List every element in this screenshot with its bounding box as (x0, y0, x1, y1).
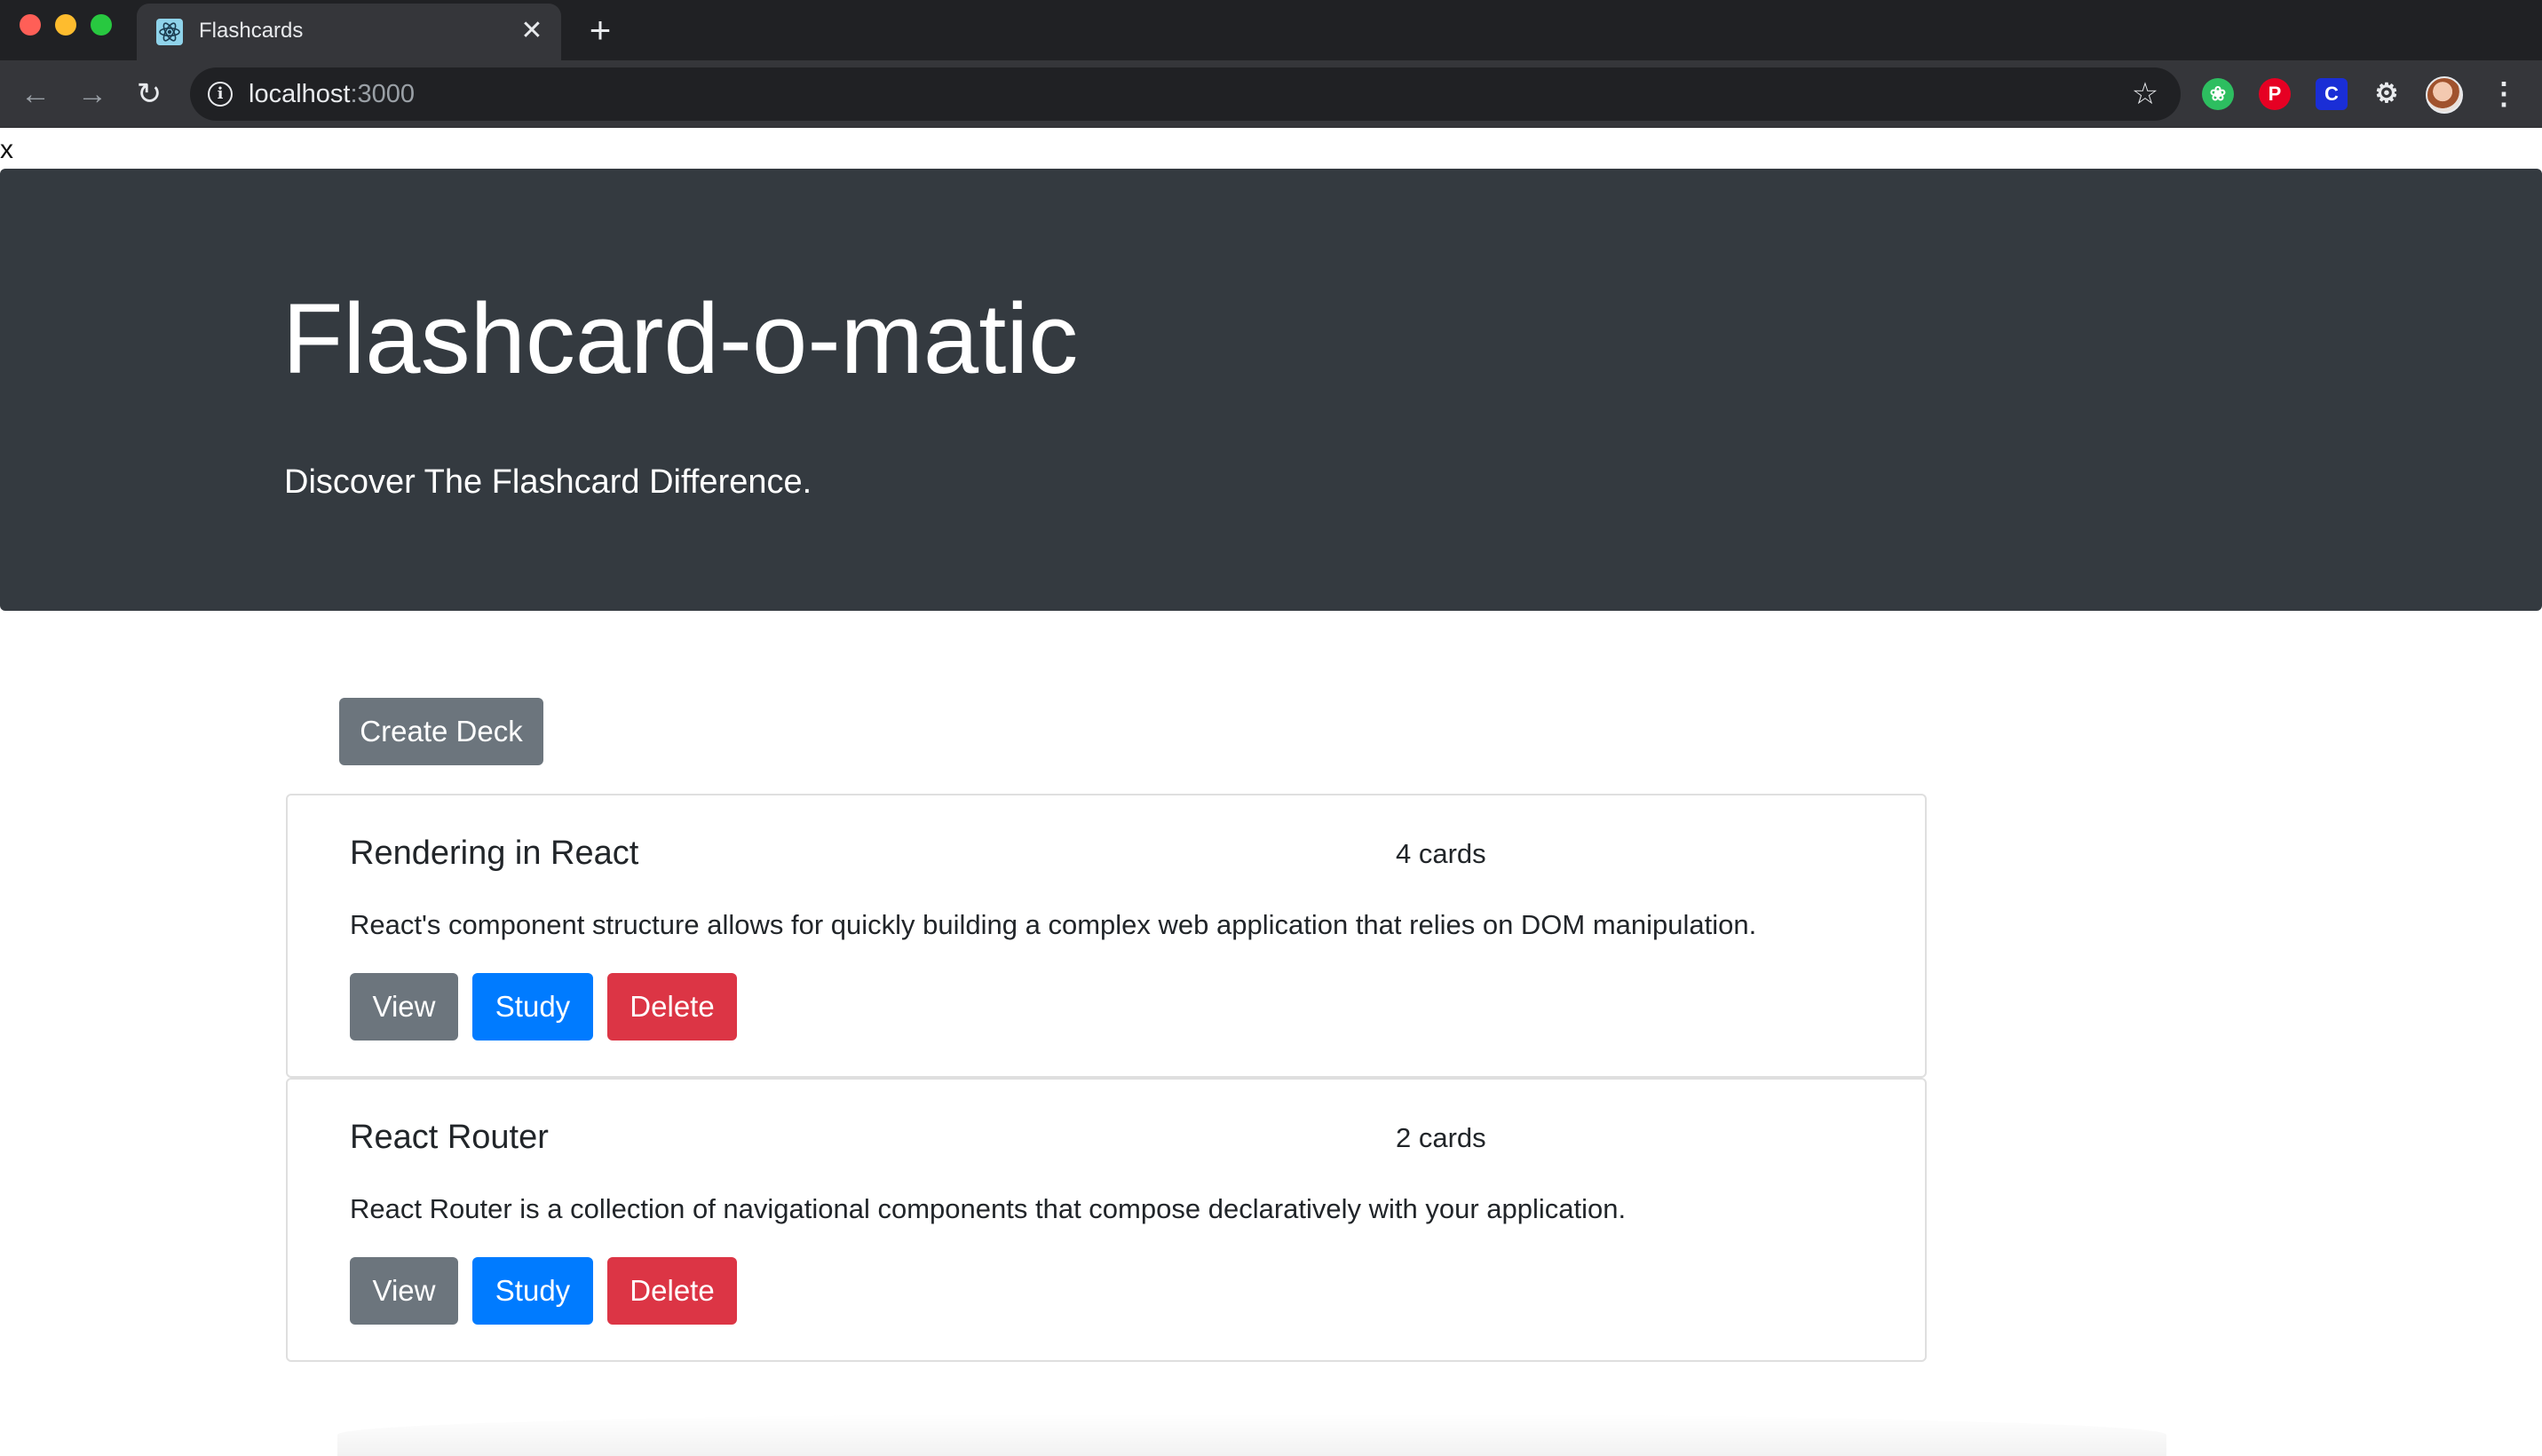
browser-tab[interactable]: Flashcards ✕ (137, 4, 561, 60)
forward-icon[interactable]: → (73, 75, 112, 114)
zoom-window-button[interactable] (91, 14, 112, 36)
evernote-icon[interactable]: ❀ (2202, 78, 2234, 110)
deck-card-count: 4 cards (1396, 838, 1486, 869)
footer-shadow (337, 1413, 2166, 1456)
close-window-button[interactable] (20, 14, 41, 36)
page-subtitle: Discover The Flashcard Difference. (284, 463, 812, 501)
c-extension-icon[interactable]: C (2316, 78, 2348, 110)
page-title: Flashcard-o-matic (282, 283, 1079, 394)
puzzle-icon[interactable]: ⚙ (2371, 78, 2403, 110)
create-deck-button[interactable]: Create Deck (339, 698, 543, 765)
stray-text: x (0, 135, 13, 164)
url-host: localhost (249, 80, 351, 108)
study-deck-button[interactable]: Study (472, 1257, 593, 1325)
view-deck-button[interactable]: View (350, 1257, 458, 1325)
deck-card: React Router 2 cards React Router is a c… (286, 1078, 1927, 1362)
study-deck-button[interactable]: Study (472, 973, 593, 1041)
jumbotron-header: Flashcard-o-matic Discover The Flashcard… (0, 169, 2542, 611)
url-text[interactable]: localhost:3000 (249, 80, 415, 108)
deck-description: React Router is a collection of navigati… (350, 1193, 1627, 1224)
url-port: :3000 (350, 80, 416, 108)
address-bar[interactable]: i localhost:3000 ☆ (190, 67, 2181, 121)
deck-name: Rendering in React (350, 835, 639, 872)
close-tab-icon[interactable]: ✕ (517, 16, 547, 46)
browser-tab-bar: Flashcards ✕ + (0, 0, 2542, 60)
delete-deck-button[interactable]: Delete (607, 1257, 737, 1325)
deck-card-count: 2 cards (1396, 1122, 1486, 1153)
reload-icon[interactable]: ↻ (130, 75, 169, 114)
back-icon[interactable]: ← (16, 75, 55, 114)
delete-deck-button[interactable]: Delete (607, 973, 737, 1041)
browser-toolbar: ← → ↻ i localhost:3000 ☆ ❀ P C ⚙ ⋮ (0, 60, 2542, 128)
react-icon (156, 19, 183, 45)
deck-name: React Router (350, 1119, 549, 1156)
info-icon[interactable]: i (208, 82, 233, 107)
new-tab-button[interactable]: + (581, 12, 620, 51)
page-content: x Flashcard-o-matic Discover The Flashca… (0, 128, 2542, 1456)
pinterest-icon[interactable]: P (2259, 78, 2291, 110)
tab-title: Flashcards (199, 19, 304, 43)
minimize-window-button[interactable] (55, 14, 76, 36)
deck-description: React's component structure allows for q… (350, 909, 1757, 940)
deck-card: Rendering in React 4 cards React's compo… (286, 794, 1927, 1078)
menu-icon[interactable]: ⋮ (2486, 76, 2522, 112)
star-icon[interactable]: ☆ (2127, 76, 2163, 112)
view-deck-button[interactable]: View (350, 973, 458, 1041)
avatar[interactable] (2426, 76, 2463, 114)
